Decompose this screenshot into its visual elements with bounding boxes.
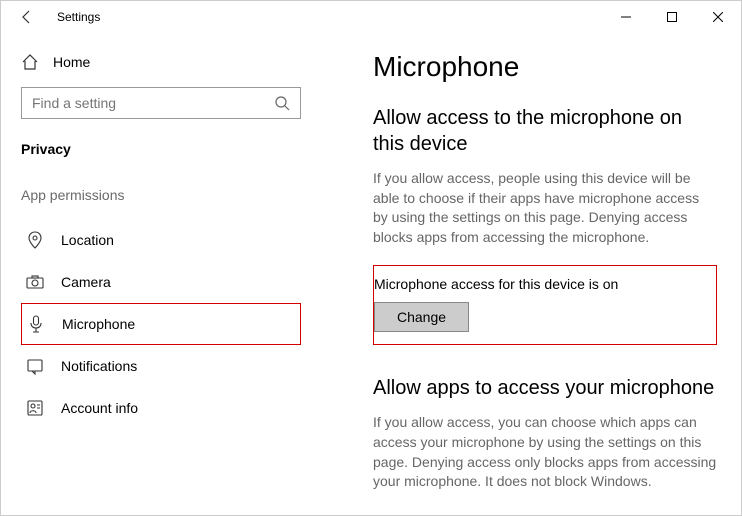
microphone-icon xyxy=(26,315,46,333)
section1-desc: If you allow access, people using this d… xyxy=(373,169,717,247)
minimize-button[interactable] xyxy=(603,2,649,32)
search-box[interactable] xyxy=(21,87,301,119)
sidebar-item-label: Account info xyxy=(61,400,138,416)
search-icon xyxy=(274,95,290,111)
sidebar-item-location[interactable]: Location xyxy=(21,219,301,261)
section2-desc: If you allow access, you can choose whic… xyxy=(373,413,717,491)
section-label: Privacy xyxy=(21,141,301,157)
section1-title: Allow access to the microphone on this d… xyxy=(373,105,717,157)
sidebar: Home Privacy App permissions Location xyxy=(1,33,321,515)
page-heading: Microphone xyxy=(373,51,717,83)
camera-icon xyxy=(25,273,45,291)
sidebar-item-notifications[interactable]: Notifications xyxy=(21,345,301,387)
home-icon xyxy=(21,53,39,71)
content: Home Privacy App permissions Location xyxy=(1,33,741,515)
maximize-button[interactable] xyxy=(649,2,695,32)
home-nav[interactable]: Home xyxy=(21,45,301,87)
home-label: Home xyxy=(53,54,90,70)
account-icon xyxy=(25,399,45,417)
search-input[interactable] xyxy=(32,95,274,111)
settings-window: Settings Home xyxy=(0,0,742,516)
group-label: App permissions xyxy=(21,187,301,203)
sidebar-item-label: Location xyxy=(61,232,114,248)
sidebar-item-microphone[interactable]: Microphone xyxy=(21,303,301,345)
section2-title: Allow apps to access your microphone xyxy=(373,375,717,401)
window-controls xyxy=(603,2,741,32)
close-button[interactable] xyxy=(695,2,741,32)
titlebar: Settings xyxy=(1,1,741,33)
access-status-box: Microphone access for this device is on … xyxy=(373,265,717,345)
sidebar-item-account-info[interactable]: Account info xyxy=(21,387,301,429)
sidebar-item-camera[interactable]: Camera xyxy=(21,261,301,303)
window-title: Settings xyxy=(43,10,100,24)
sidebar-item-label: Microphone xyxy=(62,316,135,332)
location-icon xyxy=(25,231,45,249)
sidebar-item-label: Notifications xyxy=(61,358,137,374)
main-panel: Microphone Allow access to the microphon… xyxy=(321,33,741,515)
sidebar-item-label: Camera xyxy=(61,274,111,290)
notifications-icon xyxy=(25,357,45,375)
back-button[interactable] xyxy=(19,9,43,25)
change-button[interactable]: Change xyxy=(374,302,469,332)
access-status-text: Microphone access for this device is on xyxy=(374,276,716,292)
